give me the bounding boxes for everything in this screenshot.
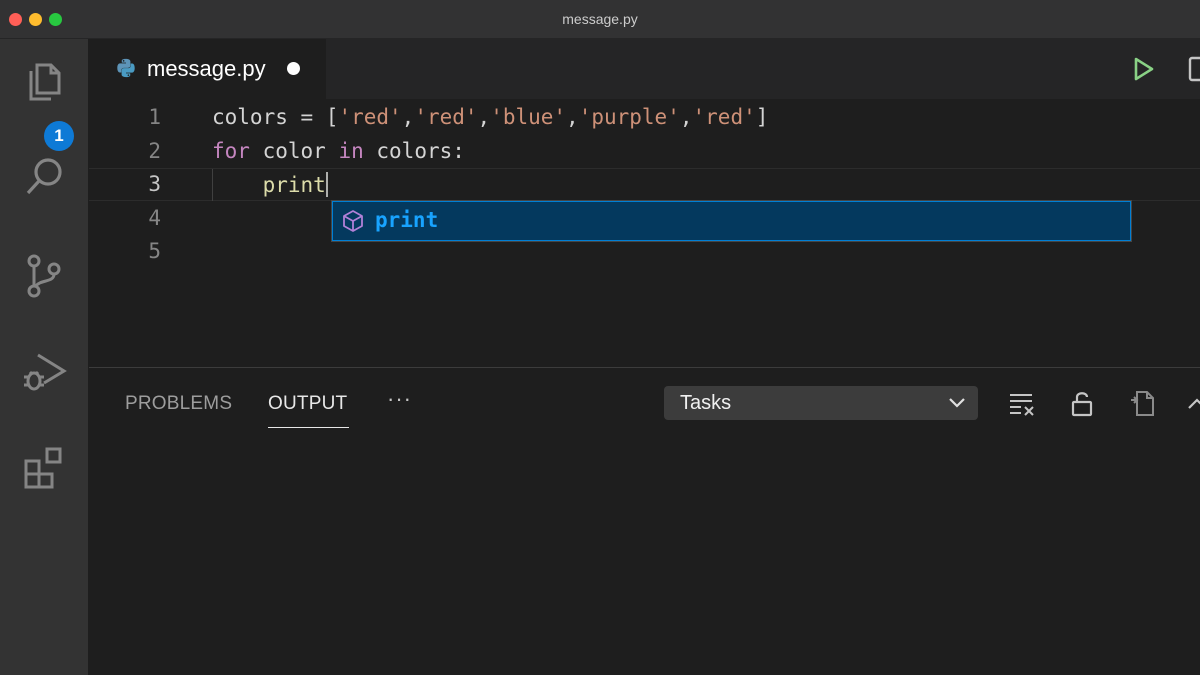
line-number: 1 (148, 105, 161, 129)
bottom-panel: PROBLEMS OUTPUT ··· Tasks (89, 367, 1200, 675)
open-in-editor-icon[interactable] (1127, 388, 1157, 418)
lock-scroll-icon[interactable] (1067, 388, 1097, 418)
code-line: 3 print (89, 168, 1200, 201)
code-token: print (212, 173, 326, 197)
code-token: 'red' (338, 105, 402, 129)
code-token: , (477, 105, 491, 129)
code-token: 'blue' (490, 105, 567, 129)
code-token: colors = [ (212, 105, 339, 129)
code-token: 'red' (692, 105, 756, 129)
split-editor-icon[interactable] (1187, 55, 1200, 83)
search-icon (26, 158, 62, 195)
code-token: for (212, 139, 250, 163)
code-token: 'purple' (578, 105, 680, 129)
code-token: ] (755, 105, 769, 129)
chevron-down-icon (949, 398, 965, 408)
code-text[interactable]: colors = ['red','red','blue','purple','r… (212, 105, 768, 129)
tab-label: message.py (147, 56, 266, 81)
line-number: 4 (148, 206, 161, 230)
code-line: 1 colors = ['red','red','blue','purple',… (89, 101, 1200, 134)
chevron-up-icon[interactable] (1185, 388, 1200, 418)
suggestion-item[interactable]: print (332, 201, 1131, 241)
title-bar: message.py (0, 0, 1200, 39)
run-debug-icon (24, 353, 67, 391)
code-token: , (679, 105, 693, 129)
symbol-method-icon (343, 210, 363, 232)
more-actions-button[interactable]: ··· (387, 386, 412, 412)
code-token: in (338, 139, 364, 163)
active-tab-indicator (268, 427, 349, 428)
activity-source-control[interactable] (0, 235, 88, 315)
line-number: 5 (148, 239, 161, 263)
unsaved-indicator[interactable] (287, 62, 300, 75)
activity-explorer[interactable] (0, 41, 88, 121)
suggest-widget: print (331, 200, 1132, 242)
tab-message-py[interactable]: message.py (89, 39, 326, 99)
tab-output[interactable]: OUTPUT (268, 393, 347, 415)
code-token: 'red' (414, 105, 478, 129)
activity-extensions[interactable] (0, 427, 88, 507)
output-channel-select[interactable]: Tasks (664, 386, 978, 420)
code-token: color (249, 139, 339, 163)
clear-output-icon[interactable] (1007, 388, 1037, 418)
window-title: message.py (562, 11, 638, 27)
code-text[interactable]: print (212, 172, 328, 197)
code-token: colors: (363, 139, 465, 163)
output-channel-value: Tasks (680, 392, 732, 414)
activity-search[interactable] (0, 137, 88, 217)
activity-run-debug[interactable] (0, 331, 88, 411)
code-token: , (401, 105, 415, 129)
text-cursor (325, 172, 328, 197)
line-number: 3 (148, 172, 161, 196)
suggestion-label: print (375, 208, 439, 232)
tab-problems[interactable]: PROBLEMS (125, 393, 232, 415)
code-line: 2 for color in colors: (89, 135, 1200, 168)
source-control-icon (27, 254, 61, 298)
extensions-icon (24, 447, 62, 489)
explorer-icon (29, 63, 61, 101)
run-python-file-button[interactable] (1129, 55, 1157, 83)
code-text[interactable]: for color in colors: (212, 139, 465, 163)
line-number: 2 (148, 139, 161, 163)
vscode-window: message.py 1 message.py 1 colors = ['red… (0, 0, 1200, 675)
editor-tab-bar: message.py (89, 39, 1200, 99)
activity-bar: 1 (0, 39, 88, 675)
python-icon (117, 58, 135, 78)
code-token: , (566, 105, 579, 129)
